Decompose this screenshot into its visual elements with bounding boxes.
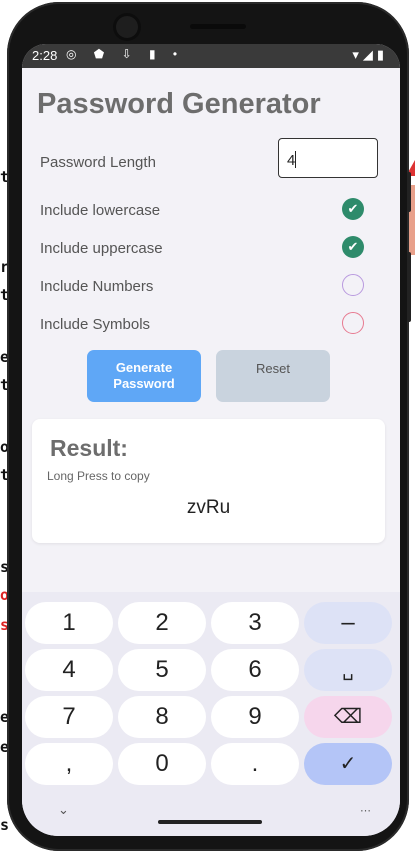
- system-status-icons: ▾◢▮: [352, 47, 388, 62]
- generate-button-label: Generate Password: [113, 360, 175, 391]
- generated-password[interactable]: zvRu: [32, 497, 385, 519]
- hide-keyboard-icon[interactable]: ⌄: [58, 802, 69, 818]
- speaker-grille: [190, 24, 246, 29]
- text-cursor: [295, 151, 297, 168]
- key-period[interactable]: .: [211, 743, 299, 785]
- key-1[interactable]: 1: [25, 602, 113, 644]
- page-title: Password Generator: [37, 88, 321, 120]
- password-length-input[interactable]: 4: [278, 138, 378, 178]
- status-bar: 2:28 ◎ ⬟ ⇩ ▮ • ▾◢▮: [22, 44, 400, 68]
- uppercase-checkbox[interactable]: ✔: [342, 236, 364, 258]
- backspace-icon[interactable]: ⌫: [304, 696, 392, 738]
- camera-icon: [116, 16, 138, 38]
- reset-button-label: Reset: [256, 361, 290, 376]
- symbols-checkbox[interactable]: [342, 312, 364, 334]
- key-5[interactable]: 5: [118, 649, 206, 691]
- key-9[interactable]: 9: [211, 696, 299, 738]
- key-comma[interactable]: ,: [25, 743, 113, 785]
- volume-button: [407, 172, 411, 212]
- bg-char: s: [0, 816, 10, 834]
- numeric-keyboard: 1 2 3 – 4 5 6 ␣ 7 8 9 ⌫ , 0 . ✓ ⌄ ⋯: [22, 592, 400, 836]
- lowercase-checkbox[interactable]: ✔: [342, 198, 364, 220]
- option-label-lowercase: Include lowercase: [40, 202, 161, 219]
- result-hint: Long Press to copy: [47, 469, 150, 483]
- password-generator-app: Password Generator Password Length 4 Inc…: [22, 68, 400, 598]
- key-2[interactable]: 2: [118, 602, 206, 644]
- power-button: [407, 252, 411, 322]
- check-icon: ✔: [347, 239, 359, 254]
- enter-check-icon[interactable]: ✓: [304, 743, 392, 785]
- password-length-label: Password Length: [40, 154, 156, 171]
- phone-screen: 2:28 ◎ ⬟ ⇩ ▮ • ▾◢▮ Password Generator Pa…: [22, 44, 400, 836]
- status-time: 2:28: [32, 48, 58, 63]
- generate-password-button[interactable]: Generate Password: [87, 350, 201, 402]
- keyboard-switch-icon[interactable]: ⋯: [360, 804, 372, 817]
- key-0[interactable]: 0: [118, 743, 206, 785]
- key-minus[interactable]: –: [304, 602, 392, 644]
- reset-button[interactable]: Reset: [216, 350, 330, 402]
- result-card[interactable]: Result: Long Press to copy zvRu: [32, 419, 385, 543]
- key-4[interactable]: 4: [25, 649, 113, 691]
- space-key-icon[interactable]: ␣: [304, 649, 392, 691]
- result-title: Result:: [50, 435, 128, 461]
- notification-icons: ◎ ⬟ ⇩ ▮ •: [66, 47, 185, 61]
- password-length-value: 4: [287, 152, 296, 169]
- key-6[interactable]: 6: [211, 649, 299, 691]
- option-label-numbers: Include Numbers: [40, 278, 154, 295]
- option-label-symbols: Include Symbols: [40, 316, 151, 333]
- key-8[interactable]: 8: [118, 696, 206, 738]
- numbers-checkbox[interactable]: [342, 274, 364, 296]
- check-icon: ✔: [347, 201, 359, 216]
- gesture-nav-bar[interactable]: [158, 820, 262, 824]
- key-3[interactable]: 3: [211, 602, 299, 644]
- option-label-uppercase: Include uppercase: [40, 240, 163, 257]
- key-7[interactable]: 7: [25, 696, 113, 738]
- phone-frame: 2:28 ◎ ⬟ ⇩ ▮ • ▾◢▮ Password Generator Pa…: [7, 2, 411, 851]
